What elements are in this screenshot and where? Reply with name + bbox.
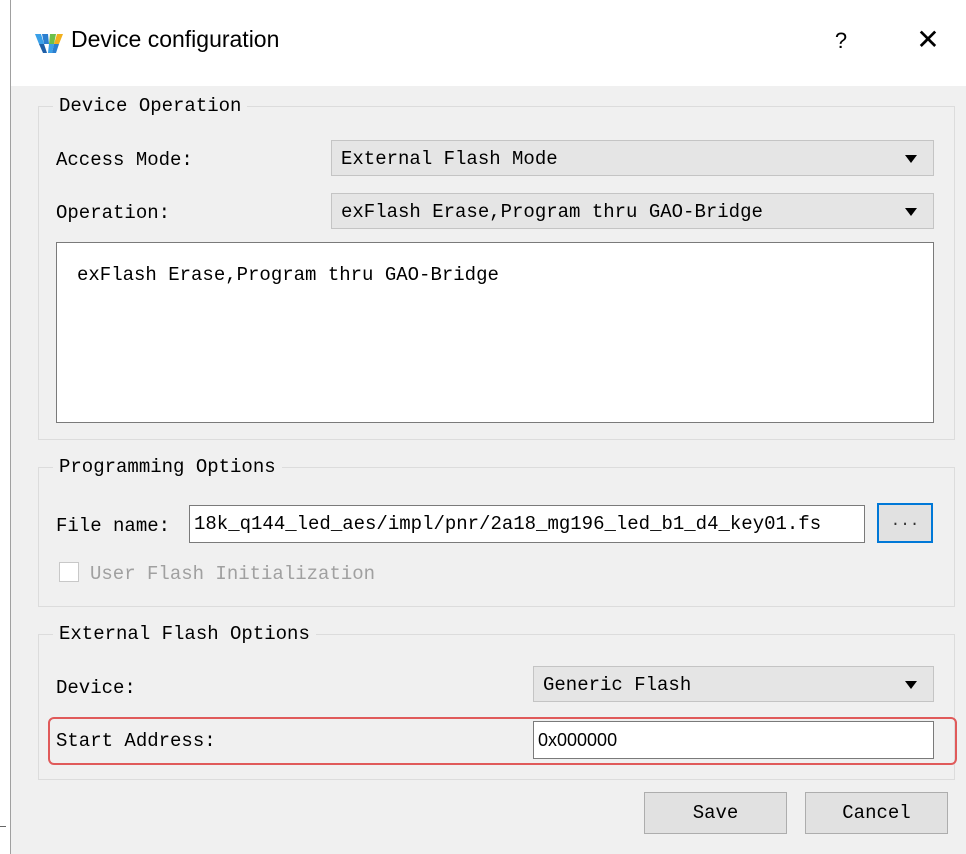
chevron-down-icon — [905, 155, 917, 163]
browse-button[interactable]: ... — [877, 503, 933, 543]
device-label: Device: — [56, 677, 136, 699]
chevron-down-icon — [905, 681, 917, 689]
chevron-down-icon — [905, 208, 917, 216]
operation-description-text: exFlash Erase,Program thru GAO-Bridge — [77, 264, 499, 286]
dialog-title: Device configuration — [71, 26, 280, 52]
operation-label: Operation: — [56, 202, 171, 224]
start-address-label: Start Address: — [56, 730, 216, 752]
title-bar: Device configuration ? ✕ — [11, 0, 966, 86]
access-mode-label: Access Mode: — [56, 149, 193, 171]
file-name-label: File name: — [56, 515, 171, 537]
user-flash-checkbox[interactable] — [59, 562, 79, 582]
programming-options-title: Programming Options — [53, 455, 282, 479]
save-button[interactable]: Save — [644, 792, 787, 834]
gowin-logo-icon — [33, 30, 65, 56]
start-address-input[interactable]: 0x000000 — [533, 721, 934, 759]
user-flash-label: User Flash Initialization — [90, 563, 376, 585]
start-address-value: 0x000000 — [538, 730, 618, 750]
external-flash-options-title: External Flash Options — [53, 622, 316, 646]
window-edge-mark — [0, 826, 6, 827]
file-name-value: 18k_q144_led_aes/impl/pnr/2a18_mg196_led… — [194, 513, 822, 535]
help-button[interactable]: ? — [826, 24, 856, 58]
device-configuration-dialog: Device configuration ? ✕ Device Operatio… — [10, 0, 966, 854]
file-name-input[interactable]: 18k_q144_led_aes/impl/pnr/2a18_mg196_led… — [189, 505, 865, 543]
flash-device-select[interactable]: Generic Flash — [533, 666, 934, 702]
operation-value: exFlash Erase,Program thru GAO-Bridge — [341, 201, 763, 223]
device-operation-title: Device Operation — [53, 94, 248, 118]
cancel-button[interactable]: Cancel — [805, 792, 948, 834]
access-mode-select[interactable]: External Flash Mode — [331, 140, 934, 176]
flash-device-value: Generic Flash — [543, 674, 692, 696]
operation-description-box[interactable]: exFlash Erase,Program thru GAO-Bridge — [56, 242, 934, 423]
close-button[interactable]: ✕ — [911, 22, 945, 58]
access-mode-value: External Flash Mode — [341, 148, 558, 170]
operation-select[interactable]: exFlash Erase,Program thru GAO-Bridge — [331, 193, 934, 229]
